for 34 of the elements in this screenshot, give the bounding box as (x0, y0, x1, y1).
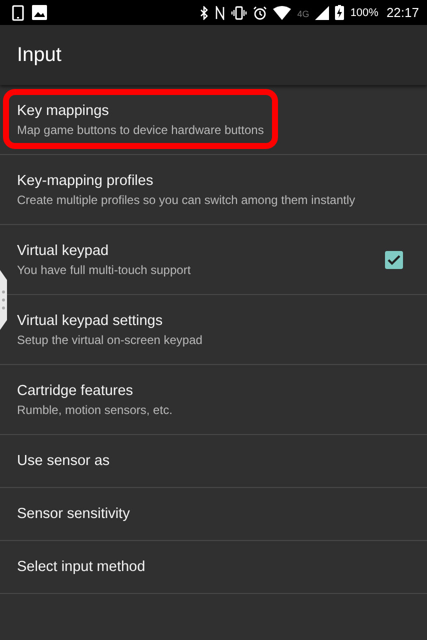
bluetooth-icon (199, 6, 210, 20)
preference-title: Key mappings (17, 102, 110, 118)
tablet-icon (12, 4, 24, 20)
preference-item[interactable]: Key-mapping profiles Create multiple profiles so you can switch among them instantly (0, 155, 427, 225)
preference-summary: Rumble, motion sensors, etc. (17, 402, 172, 416)
preference-title: Virtual keypad settings (17, 312, 164, 328)
network-label: 4G (297, 9, 310, 19)
checkbox[interactable] (385, 250, 403, 268)
preference-item[interactable]: Use sensor as (0, 435, 427, 488)
alarm-icon (253, 6, 268, 20)
preference-summary: Create multiple profiles so you can switch among them instantly (17, 192, 356, 206)
image-icon (32, 5, 47, 20)
preference-title: Virtual keypad (17, 242, 110, 258)
nfc-icon (215, 6, 226, 20)
wifi-icon (273, 6, 292, 20)
preference-item[interactable]: Key mappings Map game buttons to device hardware buttons (0, 85, 427, 155)
preference-item[interactable]: Select input method (0, 541, 427, 594)
preference-summary: Setup the virtual on-screen keypad (17, 332, 202, 346)
preference-title: Key-mapping profiles (17, 172, 154, 188)
preference-summary: You have full multi-touch support (17, 262, 191, 276)
preference-item[interactable]: Cartridge features Rumble, motion sensors, etc. (0, 365, 427, 435)
preference-summary: Map game buttons to device hardware buttons (17, 122, 264, 136)
signal-icon (315, 6, 330, 20)
edge-menu[interactable] (0, 270, 8, 330)
preference-item[interactable]: Sensor sensitivity (0, 488, 427, 541)
vibrate-icon (231, 6, 248, 20)
preference-title: Sensor sensitivity (17, 506, 130, 522)
preference-title: Use sensor as (17, 453, 110, 469)
battery-icon (335, 5, 344, 20)
battery-percent: 100% (350, 6, 378, 18)
clock: 22:17 (386, 5, 419, 20)
screen-title: Input (17, 44, 62, 66)
preference-title: Cartridge features (17, 382, 134, 398)
preference-title: Select input method (17, 559, 146, 575)
